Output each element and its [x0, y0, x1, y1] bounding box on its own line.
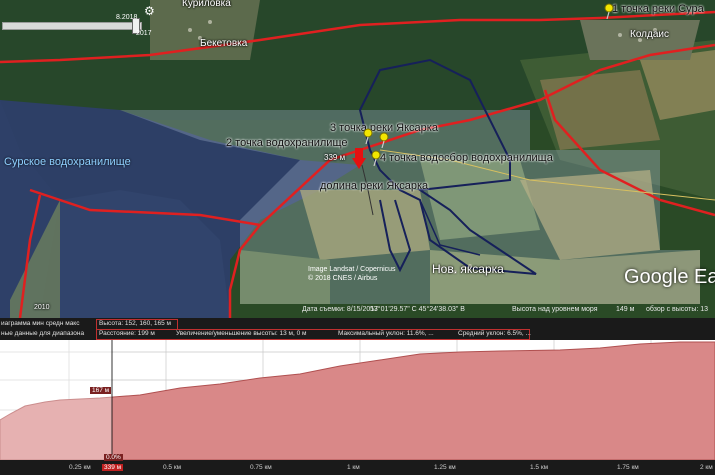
slider-date-top: 8.2018 [116, 14, 138, 21]
cursor-slope: 0.0% [104, 454, 123, 461]
placemark-label-1[interactable]: 1 точка реки Сура [612, 3, 704, 15]
pushpin-icon[interactable] [362, 128, 374, 144]
elevation-profile-header: иаграмма мин средн макс Высота: 152, 160… [0, 318, 715, 340]
status-alt-label: Высота над уровнем моря [512, 306, 598, 313]
x-tick: 0.5 км [163, 464, 182, 471]
satellite-map[interactable]: ⚙ 8.2018 2017 Куриловка Бекетовка Колдаи… [0, 0, 715, 318]
max-slope-value: Максимальный уклон: 11.6%, ... [338, 330, 434, 337]
x-tick: 1.5 км [530, 464, 549, 471]
avg-slope-value: Средний уклон: 6.5%, ... [458, 330, 531, 337]
status-alt-value: 149 м [616, 306, 635, 313]
place-kurilovka: Куриловка [182, 0, 231, 9]
status-coords: 53°01'29.57" С 45°24'38.03" В [370, 306, 465, 313]
imagery-copyright: Image Landsat / Copernicus © 2018 CNES /… [308, 266, 396, 282]
elevation-profile-graph[interactable]: 167 м 0.0% 339 м 0.25 км 0.5 км 0.75 км … [0, 340, 715, 475]
x-tick: 1 км [347, 464, 360, 471]
cursor-elevation: 167 м [90, 387, 112, 394]
place-nov-yaksarka: Нов. яксарка [432, 262, 504, 276]
height-values: Высота: 152, 160, 165 м [99, 320, 171, 327]
pin-elevation-label: 339 м [324, 153, 346, 162]
slider-date-bottom: 2017 [136, 30, 152, 37]
status-eye-alt: обзор с высоты: 13 [646, 306, 709, 313]
placemark-label-4[interactable]: 4 точка водосбор водохранилища [380, 152, 553, 164]
placemark-label-2[interactable]: 2 точка водохранилище [226, 137, 348, 149]
x-tick: 2 км [700, 464, 713, 471]
x-tick: 0.75 км [250, 464, 272, 471]
place-beketovka: Бекетовка [200, 38, 248, 49]
status-date: Дата съемки: 8/15/2017 [302, 306, 379, 313]
place-reservoir: Сурское водохранилище [4, 156, 131, 168]
pushpin-icon[interactable] [378, 132, 390, 148]
x-tick: 1.75 км [617, 464, 639, 471]
status-bar: Дата съемки: 8/15/2017 53°01'29.57" С 45… [0, 304, 715, 318]
graph-type-label[interactable]: иаграмма мин средн макс [1, 320, 79, 327]
place-koldais: Колдаис [630, 29, 669, 40]
distance-value: Расстояние: 199 м [99, 330, 155, 337]
placemark-label-valley[interactable]: долина реки Яксарка [320, 180, 428, 192]
x-tick: 1.25 км [434, 464, 456, 471]
wrench-icon[interactable]: ⚙ [144, 4, 155, 18]
gain-loss-value: Увеличение/уменьшение высоты: 13 м, 0 м [176, 330, 307, 337]
google-earth-logo: Google Ea [624, 266, 715, 288]
cursor-distance: 339 м [102, 464, 124, 471]
pushpin-icon[interactable] [370, 150, 382, 166]
range-data-label: ные данные для диапазона [1, 330, 85, 337]
pushpin-icon[interactable] [603, 3, 615, 19]
position-marker-icon [352, 148, 366, 169]
x-tick: 0.25 км [69, 464, 91, 471]
slider-track[interactable] [2, 22, 142, 30]
